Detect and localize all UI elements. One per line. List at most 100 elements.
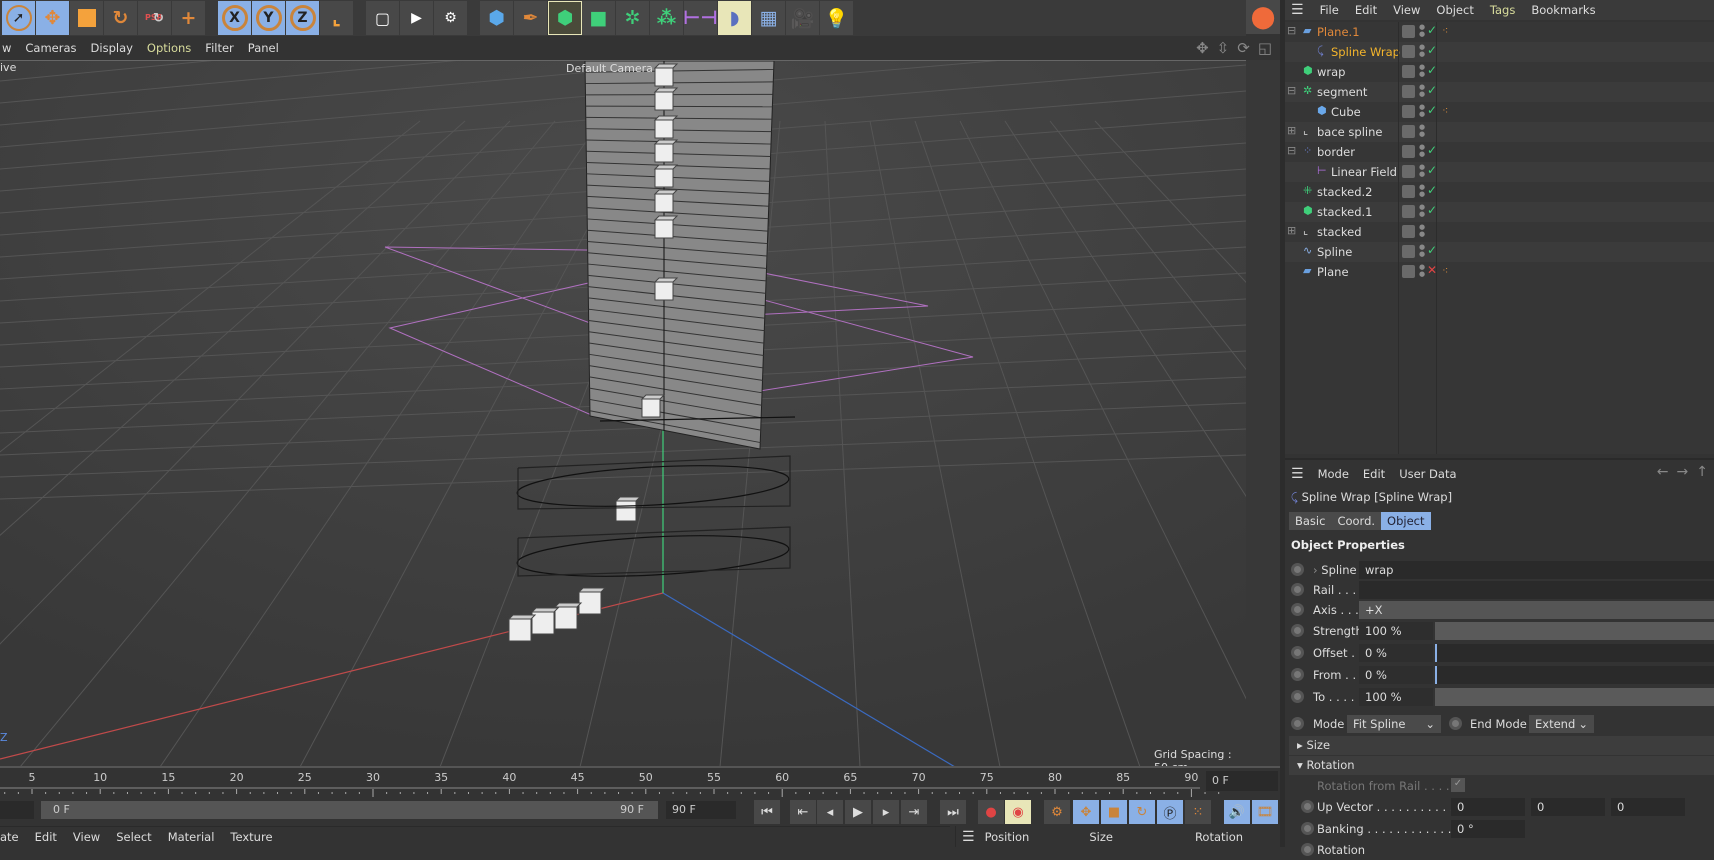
back-arrow-icon[interactable]: ← [1657,464,1669,480]
hamburger-menu-icon[interactable]: ☰ [1291,466,1304,482]
up-vector-x[interactable]: 0 [1451,798,1525,816]
start-frame-field[interactable] [0,801,34,819]
to-field[interactable]: 100 % [1359,688,1433,706]
phong-tag-icon[interactable]: ⁖ [1442,104,1448,117]
record-keys-icon[interactable]: ● [978,800,1004,824]
go-to-start-icon[interactable]: ⏮ [754,800,780,824]
hamburger-menu-icon[interactable]: ☰ [1291,2,1304,18]
om-menu-tags[interactable]: Tags [1490,3,1515,17]
frame-range-slider[interactable]: 0 F 90 F [41,801,658,819]
visibility-dots-icon[interactable]: ● ● [1419,84,1425,98]
animate-radio[interactable] [1291,583,1304,596]
extrude-icon[interactable]: ■ [582,1,616,35]
key-parameter-icon[interactable]: Ⓟ [1157,800,1183,824]
mograph-fracture-icon[interactable]: ⁂ [650,1,684,35]
om-menu-view[interactable]: View [1393,3,1420,17]
key-point-level-icon[interactable]: ⁙ [1185,800,1211,824]
object-name[interactable]: Plane [1317,265,1349,279]
object-name[interactable]: border [1317,145,1355,159]
end-frame-field[interactable]: 90 F [666,801,736,819]
object-row[interactable]: ▰ Plane ● ● ✕ ⁖ [1285,262,1714,282]
visibility-dots-icon[interactable]: ● ● [1419,244,1425,258]
linear-field-icon[interactable]: ⊢⊣ [683,1,718,35]
layout-switch-icon[interactable]: ⬤ [1246,0,1280,34]
object-row[interactable]: ⊢ Linear Field ● ● ✓ [1285,162,1714,182]
object-row[interactable]: ⊟ ▰ Plane.1 ● ● ✓ ⁖ [1285,22,1714,42]
collapse-toggle-icon[interactable]: ⊟ [1287,144,1296,157]
layer-toggle-icon[interactable] [1402,185,1415,198]
visibility-dots-icon[interactable]: ● ● [1419,44,1425,58]
camera-icon[interactable]: 🎥 [786,1,820,35]
animate-radio[interactable] [1291,646,1304,659]
pen-icon[interactable]: ✒ [514,1,548,35]
viewport-menu-options[interactable]: Options [147,41,191,55]
from-slider[interactable] [1435,666,1714,684]
autokey-icon[interactable]: ◉ [1005,800,1031,824]
object-row[interactable]: ⊟ ✲ segment ● ● ✓ [1285,82,1714,102]
banking-field[interactable]: 0 ° [1451,820,1525,838]
animate-radio[interactable] [1301,822,1314,835]
layer-toggle-icon[interactable] [1402,165,1415,178]
animate-radio[interactable] [1291,668,1304,681]
maximize-view-icon[interactable]: ◱ [1258,39,1272,57]
visibility-dots-icon[interactable]: ● ● [1419,184,1425,198]
am-menu-mode[interactable]: Mode [1318,467,1349,481]
sound-icon[interactable]: 🔊 [1224,800,1250,824]
layer-toggle-icon[interactable] [1402,25,1415,38]
cube-icon[interactable]: ⬢ [480,1,514,35]
up-vector-z[interactable]: 0 [1611,798,1685,816]
collapse-toggle-icon[interactable]: ⊟ [1287,24,1296,37]
key-rotation-icon[interactable]: ↻ [1129,800,1155,824]
up-arrow-icon[interactable]: ↑ [1696,464,1708,480]
render-settings-icon[interactable]: ⚙ [434,1,468,35]
object-row[interactable]: ⊟ ⁘ border ● ● ✓ [1285,142,1714,162]
select-tool-icon[interactable]: ➚ [2,1,36,35]
object-row[interactable]: ⤹ Spline Wrap ● ● ✓ [1285,42,1714,62]
visibility-dots-icon[interactable]: ● ● [1419,264,1425,278]
light-icon[interactable]: 💡 [820,1,854,35]
offset-slider[interactable] [1435,644,1714,662]
timeline-ruler[interactable]: 5 10 15 20 25 30 35 40 45 50 55 60 65 70 75 80 85 90 [0,766,1280,798]
rotate-tool-icon[interactable]: ↻ [104,1,138,35]
am-menu-edit[interactable]: Edit [1363,467,1385,481]
layer-toggle-icon[interactable] [1402,85,1415,98]
animate-radio[interactable] [1291,563,1304,576]
animate-radio[interactable] [1291,603,1304,616]
film-icon[interactable]: 🎞 [1252,800,1278,824]
mat-menu-edit[interactable]: Edit [35,830,57,844]
coordinate-system-icon[interactable]: ⌞ [320,1,354,35]
animate-radio[interactable] [1291,624,1304,637]
object-row[interactable]: ⬢ wrap ● ● ✓ [1285,62,1714,82]
move-tool-icon[interactable]: ✥ [36,1,70,35]
mat-menu-create[interactable]: ate [0,830,19,844]
visibility-dots-icon[interactable]: ● ● [1419,204,1425,218]
expand-toggle-icon[interactable]: ⊞ [1287,224,1296,237]
viewport-menu-filter[interactable]: Filter [205,41,233,55]
offset-field[interactable]: 0 % [1359,644,1433,662]
animate-radio[interactable] [1291,717,1304,730]
axis-dropdown[interactable]: +X [1359,601,1714,619]
next-frame-icon[interactable]: ▸ [873,800,899,824]
viewport-menu-view[interactable]: w [2,41,11,55]
object-row[interactable]: ⁜ stacked.2 ● ● ✓ [1285,182,1714,202]
rail-link-field[interactable] [1359,581,1714,599]
end-mode-dropdown[interactable]: Extend ⌄ [1529,715,1594,733]
to-slider[interactable] [1435,688,1714,706]
y-axis-lock-icon[interactable]: Y [252,1,286,35]
play-icon[interactable]: ▶ [845,800,871,824]
layer-toggle-icon[interactable] [1402,145,1415,158]
am-menu-user-data[interactable]: User Data [1399,467,1456,481]
subdivision-icon[interactable]: ⬢ [548,1,582,35]
floor-icon[interactable]: ▦ [752,1,786,35]
deformer-icon[interactable]: ◗ [718,1,752,35]
orbit-icon[interactable]: ⟳ [1237,39,1250,57]
object-row[interactable]: ⊞ ⌞ bace spline ● ● [1285,122,1714,142]
layer-toggle-icon[interactable] [1402,205,1415,218]
collapse-toggle-icon[interactable]: ⊟ [1287,84,1296,97]
layer-toggle-icon[interactable] [1402,125,1415,138]
viewport-menu-cameras[interactable]: Cameras [25,41,76,55]
mat-menu-material[interactable]: Material [168,830,215,844]
om-menu-file[interactable]: File [1320,3,1339,17]
go-to-end-icon[interactable]: ⏭ [940,800,966,824]
object-name[interactable]: bace spline [1317,125,1382,139]
